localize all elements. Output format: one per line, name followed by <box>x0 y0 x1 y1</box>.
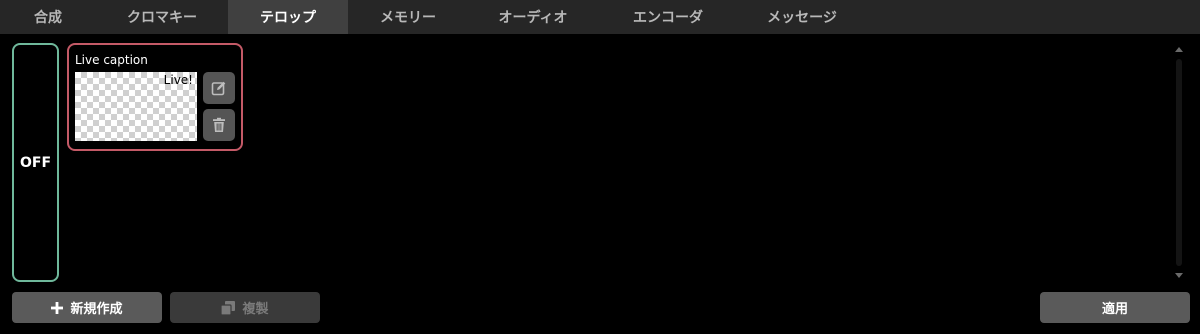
apply-button[interactable]: 適用 <box>1040 292 1190 323</box>
duplicate-button[interactable]: 複製 <box>170 292 320 323</box>
edit-icon <box>211 81 226 96</box>
caption-title: Live caption <box>75 53 148 67</box>
edit-caption-button[interactable] <box>203 72 235 104</box>
new-caption-button[interactable]: 新規作成 <box>12 292 162 323</box>
caption-preview-text: Live! <box>163 73 193 87</box>
caption-card[interactable]: Live caption Live! <box>67 43 243 151</box>
tab-caption[interactable]: テロップ <box>228 0 348 34</box>
plus-icon <box>51 301 64 314</box>
scroll-down-arrow-icon[interactable] <box>1175 273 1183 278</box>
scroll-track[interactable] <box>1176 59 1182 266</box>
tab-composite[interactable]: 合成 <box>0 0 96 34</box>
vertical-scrollbar[interactable] <box>1171 43 1188 282</box>
tab-bar: 合成 クロマキー テロップ メモリー オーディオ エンコーダ メッセージ <box>0 0 1200 34</box>
tab-audio[interactable]: オーディオ <box>468 0 598 34</box>
tab-chroma-key[interactable]: クロマキー <box>96 0 228 34</box>
duplicate-label: 複製 <box>242 302 269 317</box>
copy-icon <box>221 300 236 315</box>
tab-memory[interactable]: メモリー <box>348 0 468 34</box>
new-caption-label: 新規作成 <box>70 302 123 317</box>
tab-encoder[interactable]: エンコーダ <box>598 0 738 34</box>
scroll-up-arrow-icon[interactable] <box>1175 47 1183 52</box>
delete-caption-button[interactable] <box>203 109 235 141</box>
caption-preview: Live! <box>75 72 197 141</box>
trash-icon <box>213 117 225 132</box>
caption-off-toggle[interactable]: OFF <box>12 43 59 282</box>
tab-message[interactable]: メッセージ <box>738 0 866 34</box>
